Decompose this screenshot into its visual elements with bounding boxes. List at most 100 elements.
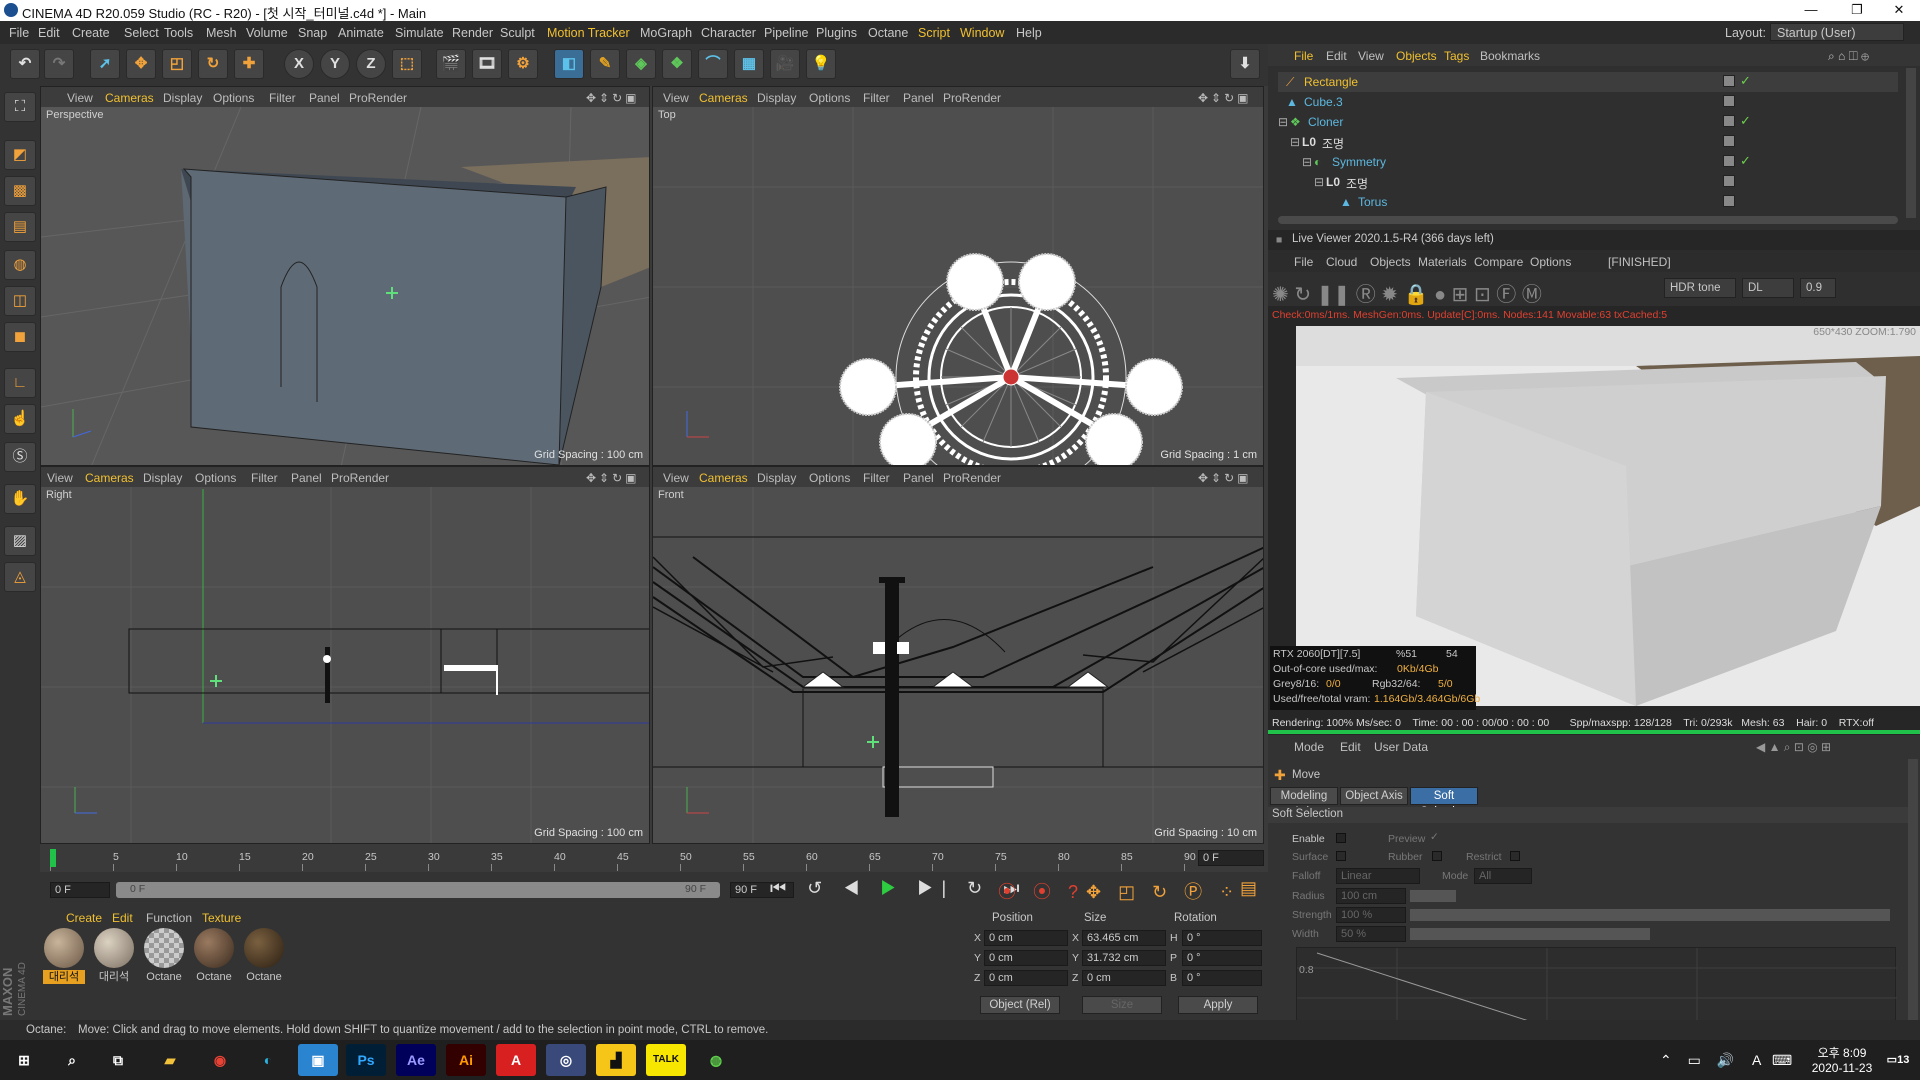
viewport-front[interactable]: View Cameras Display Options Filter Pane…	[652, 466, 1264, 844]
lv-menu-cloud[interactable]: Cloud	[1326, 255, 1357, 269]
rotation-field[interactable]: 0 °	[1182, 950, 1262, 966]
transform-tool-icon[interactable]: ✚	[234, 49, 264, 79]
playhead[interactable]	[50, 849, 56, 867]
texture-mode-icon[interactable]: ▩	[4, 176, 36, 206]
attr-menu-edit[interactable]: Edit	[1340, 740, 1361, 754]
attr-scrollbar[interactable]	[1908, 759, 1918, 1029]
material-swatch-1[interactable]	[44, 928, 84, 968]
menu-animate[interactable]: Animate	[338, 26, 384, 40]
layer-tag[interactable]	[1723, 155, 1735, 167]
lv-menu-objects[interactable]: Objects	[1370, 255, 1411, 269]
object-row-cloner[interactable]: ⊟ ❖ Cloner ✓	[1278, 112, 1898, 132]
expand-icon[interactable]: ⊟	[1290, 135, 1300, 149]
viewport-perspective[interactable]: View Cameras Display Options Filter Pane…	[40, 86, 650, 466]
mat-menu-edit[interactable]: Edit	[112, 911, 133, 925]
menu-window[interactable]: Window	[960, 26, 1004, 40]
expand-icon[interactable]: ⊟	[1314, 175, 1324, 189]
illustrator-icon[interactable]: Ai	[446, 1044, 486, 1076]
acrobat-icon[interactable]: A	[496, 1044, 536, 1076]
send-scene-icon[interactable]: ✺ ↻ ❚❚ Ⓡ ✹ 🔒 ● ⊞ ⊡ Ⓕ Ⓜ	[1272, 278, 1542, 307]
make-editable-icon[interactable]: ⛶	[4, 92, 36, 122]
ime-indicator[interactable]: A	[1752, 1052, 1761, 1068]
om-search-icon[interactable]: ⌕ ⌂ ◫ ⊕	[1828, 49, 1869, 64]
clock-time[interactable]: 오후 8:09	[1802, 1044, 1882, 1061]
floor-icon[interactable]: ▦	[734, 49, 764, 79]
y-axis-button[interactable]: Y	[320, 49, 350, 79]
material-swatch-4[interactable]	[194, 928, 234, 968]
enabled-check-icon[interactable]: ✓	[1740, 113, 1751, 129]
store-icon[interactable]: ▣	[298, 1044, 338, 1076]
material-swatch-5[interactable]	[244, 928, 284, 968]
move-tool-icon[interactable]: ✥	[126, 49, 156, 79]
menu-create[interactable]: Create	[72, 26, 110, 40]
z-axis-button[interactable]: Z	[356, 49, 386, 79]
rubber-checkbox[interactable]	[1432, 851, 1442, 861]
coordinate-mode-dropdown[interactable]: Object (Rel)	[980, 996, 1060, 1014]
polygons-mode-icon[interactable]: ◼	[4, 322, 36, 352]
layer-tag[interactable]	[1723, 175, 1735, 187]
menu-plugins[interactable]: Plugins	[816, 26, 857, 40]
size-field[interactable]: 31.732 cm	[1082, 950, 1166, 966]
model-mode-icon[interactable]: ◩	[4, 140, 36, 170]
width-field[interactable]: 50 %	[1336, 926, 1406, 942]
coordinate-system-icon[interactable]: ⬚	[392, 49, 422, 79]
current-frame-field[interactable]: 0 F	[1198, 850, 1264, 866]
menu-sculpt[interactable]: Sculpt	[500, 26, 535, 40]
record-keys-icon[interactable]: ⦿ ⦿ ?	[998, 878, 1084, 904]
kakaotalk-icon[interactable]: TALK	[646, 1044, 686, 1076]
layout-dropdown[interactable]: Startup (User)	[1770, 23, 1904, 41]
object-row-torus[interactable]: ▲ Torus	[1278, 192, 1898, 212]
om-menu-tags[interactable]: Tags	[1444, 49, 1469, 63]
menu-snap[interactable]: Snap	[298, 26, 327, 40]
material-label-4[interactable]: Octane	[193, 970, 235, 984]
object-row-symmetry[interactable]: ⊟ ◐ Symmetry ✓	[1278, 152, 1898, 172]
apply-button[interactable]: Apply	[1178, 996, 1258, 1014]
snap-icon[interactable]: Ⓢ	[4, 442, 36, 472]
attr-menu-userdata[interactable]: User Data	[1374, 740, 1428, 754]
render-picture-viewer-icon[interactable]: 🎞	[472, 49, 502, 79]
om-menu-objects[interactable]: Objects	[1396, 49, 1437, 63]
search-icon[interactable]: ⌕	[52, 1044, 92, 1076]
menu-mograph[interactable]: MoGraph	[640, 26, 692, 40]
lv-menu-compare[interactable]: Compare	[1474, 255, 1523, 269]
rotation-field[interactable]: 0 °	[1182, 930, 1262, 946]
position-field[interactable]: 0 cm	[984, 950, 1068, 966]
strength-field[interactable]: 100 %	[1336, 907, 1406, 923]
tab-modeling-axis[interactable]: Modeling Axis	[1270, 787, 1338, 818]
scale-tool-icon[interactable]: ◰	[162, 49, 192, 79]
planar-workplane-icon[interactable]: ◬	[4, 562, 36, 592]
frame-range-slider[interactable]: 0 F 90 F	[116, 882, 720, 898]
radius-field[interactable]: 100 cm	[1336, 888, 1406, 904]
camera-icon[interactable]: 🎥	[770, 49, 800, 79]
system-tray-icons[interactable]: ⌃ ▭ 🔊	[1660, 1052, 1740, 1069]
kernel-dropdown[interactable]: DL	[1742, 278, 1794, 298]
workplane-icon[interactable]: ▤	[4, 212, 36, 242]
om-menu-view[interactable]: View	[1358, 49, 1384, 63]
strength-slider[interactable]	[1410, 909, 1890, 921]
x-axis-button[interactable]: X	[284, 49, 314, 79]
layer-tag[interactable]	[1723, 95, 1735, 107]
layer-tag[interactable]	[1723, 135, 1735, 147]
after-effects-icon[interactable]: Ae	[396, 1044, 436, 1076]
tweak-mode-icon[interactable]: ☝	[4, 404, 36, 434]
task-view-icon[interactable]: ⧉	[98, 1044, 138, 1076]
size-field[interactable]: 0 cm	[1082, 970, 1166, 986]
expand-icon[interactable]: ⊟	[1278, 115, 1288, 129]
subdivision-icon[interactable]: ◈	[626, 49, 656, 79]
mat-menu-function[interactable]: Function	[146, 911, 192, 925]
radius-slider[interactable]	[1410, 890, 1456, 902]
close-button[interactable]: ✕	[1876, 0, 1920, 21]
exposure-field[interactable]: 0.9	[1800, 278, 1836, 298]
material-swatch-3[interactable]	[144, 928, 184, 968]
render-settings-icon[interactable]: ⚙	[508, 49, 538, 79]
restore-button[interactable]: ❐	[1834, 0, 1880, 21]
hdr-tone-dropdown[interactable]: HDR tone	[1664, 278, 1736, 298]
tab-object-axis[interactable]: Object Axis	[1340, 787, 1408, 805]
menu-help[interactable]: Help	[1016, 26, 1042, 40]
attr-nav-icons[interactable]: ◀ ▲ ⌕ ⊡ ◎ ⊞	[1756, 740, 1831, 755]
rotate-tool-icon[interactable]: ↻	[198, 49, 228, 79]
rotation-field[interactable]: 0 °	[1182, 970, 1262, 986]
deformer-icon[interactable]: ⌒	[698, 49, 728, 79]
material-swatch-2[interactable]	[94, 928, 134, 968]
tab-soft-selection[interactable]: Soft Selection	[1410, 787, 1478, 818]
